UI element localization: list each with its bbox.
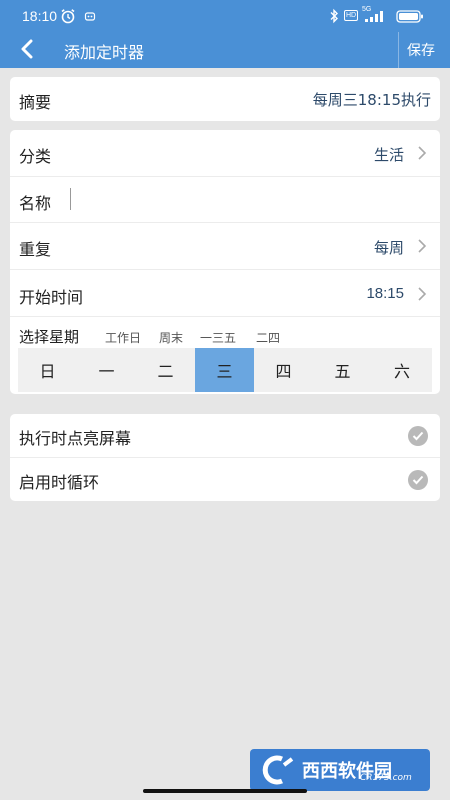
preset-tue-thu[interactable]: 二四 [256,329,280,346]
loop-row[interactable]: 启用时循环 [10,458,440,501]
logo-icon [262,755,294,785]
screen-on-checkbox[interactable] [408,426,428,446]
start-time-row[interactable]: 开始时间 18:15 [10,270,440,316]
divider [10,316,440,317]
loop-label: 启用时循环 [19,473,100,492]
status-bar: 18:10 HD 5G [0,0,450,32]
signal-icon [365,11,383,22]
weekday-mon[interactable]: 一 [77,348,136,392]
home-indicator[interactable] [143,789,307,793]
app-bar: 添加定时器 保存 [0,32,450,68]
name-label: 名称 [19,194,52,213]
summary-label: 摘要 [19,93,52,112]
bluetooth-icon [330,8,338,24]
chevron-right-icon [418,287,427,301]
weekday-tue[interactable]: 二 [136,348,195,392]
watermark-logo: 西西软件园 CR173.com [250,749,430,791]
chevron-right-icon [418,146,427,160]
loop-checkbox[interactable] [408,470,428,490]
start-time-label: 开始时间 [19,288,84,307]
repeat-value: 每周 [373,239,404,257]
preset-workdays[interactable]: 工作日 [105,329,141,346]
chevron-right-icon [418,239,427,253]
chevron-left-icon [21,39,33,59]
battery-icon [396,10,423,23]
start-time-value: 18:15 [366,285,404,302]
back-button[interactable] [14,35,40,63]
weekday-sun[interactable]: 日 [18,348,77,392]
summary-value: 每周三18:15执行 [312,91,431,109]
name-row: 名称 [10,177,440,222]
settings-card: 分类 生活 名称 重复 每周 开始时间 18:15 选择星期 工作日 周末 一三… [10,130,440,394]
preset-weekend[interactable]: 周末 [159,329,183,346]
watermark-sub: CR173.com [360,773,412,783]
name-input[interactable] [70,185,430,213]
status-time: 18:10 [22,8,58,24]
summary-card: 摘要 每周三18:15执行 [10,77,440,121]
weekday-fri[interactable]: 五 [313,348,372,392]
category-row[interactable]: 分类 生活 [10,130,440,176]
weekday-label: 选择星期 [19,328,80,346]
screen-on-label: 执行时点亮屏幕 [19,429,132,448]
preset-mon-wed-fri[interactable]: 一三五 [200,329,236,346]
repeat-label: 重复 [19,240,52,259]
weekday-thu[interactable]: 四 [254,348,313,392]
checkmark-icon [412,431,424,441]
page-title: 添加定时器 [64,43,145,62]
header: 18:10 HD 5G 添加定时器 保存 [0,0,450,68]
alarm-clock-icon [61,9,75,24]
app-bar-divider [398,32,399,68]
screen-on-row[interactable]: 执行时点亮屏幕 [10,414,440,457]
category-value: 生活 [373,146,404,164]
text-cursor [70,188,71,210]
repeat-row[interactable]: 重复 每周 [10,223,440,269]
checkmark-icon [412,475,424,485]
save-button[interactable]: 保存 [407,40,435,60]
weekday-sat[interactable]: 六 [372,348,432,392]
hd-badge: HD [344,10,358,21]
category-label: 分类 [19,147,52,166]
weekday-wed[interactable]: 三 [195,348,254,392]
weekday-tabs: 日 一 二 三 四 五 六 [18,348,432,392]
notification-icon [84,12,96,21]
options-card: 执行时点亮屏幕 启用时循环 [10,414,440,501]
